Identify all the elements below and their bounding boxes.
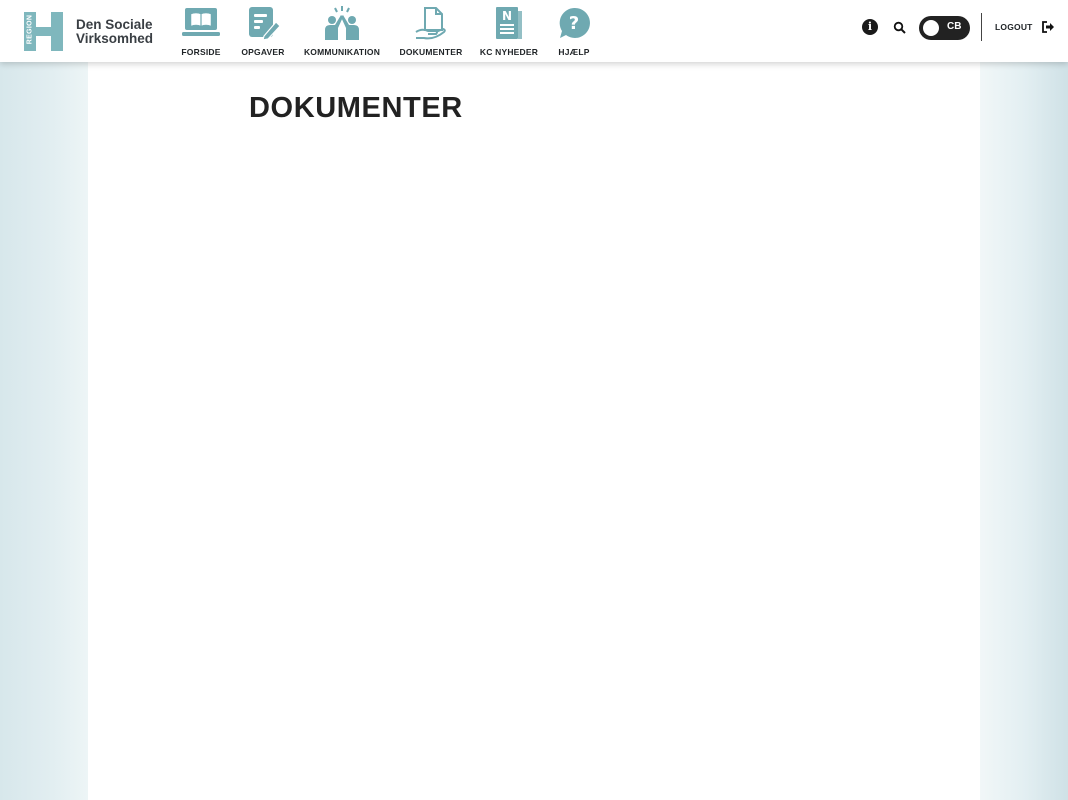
region-h-logo-icon: REGION xyxy=(24,12,63,51)
nav-dokumenter[interactable]: DOKUMENTER xyxy=(390,6,472,57)
nav-kc-nyheder[interactable]: N KC NYHEDER xyxy=(472,6,546,57)
logout-label: LOGOUT xyxy=(995,22,1033,32)
logout-button[interactable]: LOGOUT xyxy=(995,21,1055,33)
nav-forside-label: FORSIDE xyxy=(181,47,221,57)
nav-kc-nyheder-label: KC NYHEDER xyxy=(479,47,539,57)
help-bubble-icon: ? xyxy=(559,7,590,38)
brand-line1: Den Sociale xyxy=(76,16,153,32)
background-left xyxy=(0,62,88,800)
logout-icon xyxy=(1041,21,1054,33)
brand-logo[interactable]: REGION Den Sociale Virksomhed xyxy=(24,12,153,51)
nav-opgaver-label: OPGAVER xyxy=(241,47,285,57)
nav-opgaver[interactable]: OPGAVER xyxy=(232,6,294,57)
colorblind-toggle[interactable]: CB xyxy=(919,16,970,40)
nav-kommunikation-label: KOMMUNIKATION xyxy=(303,47,381,57)
main-nav: FORSIDE OPGAVER KOMMUNIKATION DOKUMENTER… xyxy=(170,6,602,57)
document-hand-icon xyxy=(415,7,446,40)
newspaper-icon: N xyxy=(496,7,522,39)
task-edit-icon xyxy=(249,7,280,40)
main-content: DOKUMENTER xyxy=(88,62,980,800)
top-header: REGION Den Sociale Virksomhed FORSIDE OP… xyxy=(0,0,1068,62)
header-divider xyxy=(981,13,982,41)
background-right xyxy=(980,62,1068,800)
page-title: DOKUMENTER xyxy=(249,92,463,124)
nav-kommunikation[interactable]: KOMMUNIKATION xyxy=(294,6,390,57)
nav-dokumenter-label: DOKUMENTER xyxy=(399,47,463,57)
toggle-knob xyxy=(923,20,939,36)
laptop-book-icon xyxy=(182,8,220,36)
nav-hjaelp-label: HJÆLP xyxy=(558,47,590,57)
nav-forside[interactable]: FORSIDE xyxy=(170,6,232,57)
svg-text:N: N xyxy=(502,9,512,23)
svg-text:?: ? xyxy=(569,13,579,34)
brand-vertical-text: REGION xyxy=(26,14,34,45)
search-icon[interactable] xyxy=(893,21,907,35)
brand-name: Den Sociale Virksomhed xyxy=(76,16,154,46)
people-highfive-icon xyxy=(325,6,359,40)
info-icon[interactable]: i xyxy=(862,19,878,35)
nav-hjaelp[interactable]: ? HJÆLP xyxy=(546,6,602,57)
brand-line2: Virksomhed xyxy=(76,30,154,46)
toggle-label: CB xyxy=(947,21,962,32)
